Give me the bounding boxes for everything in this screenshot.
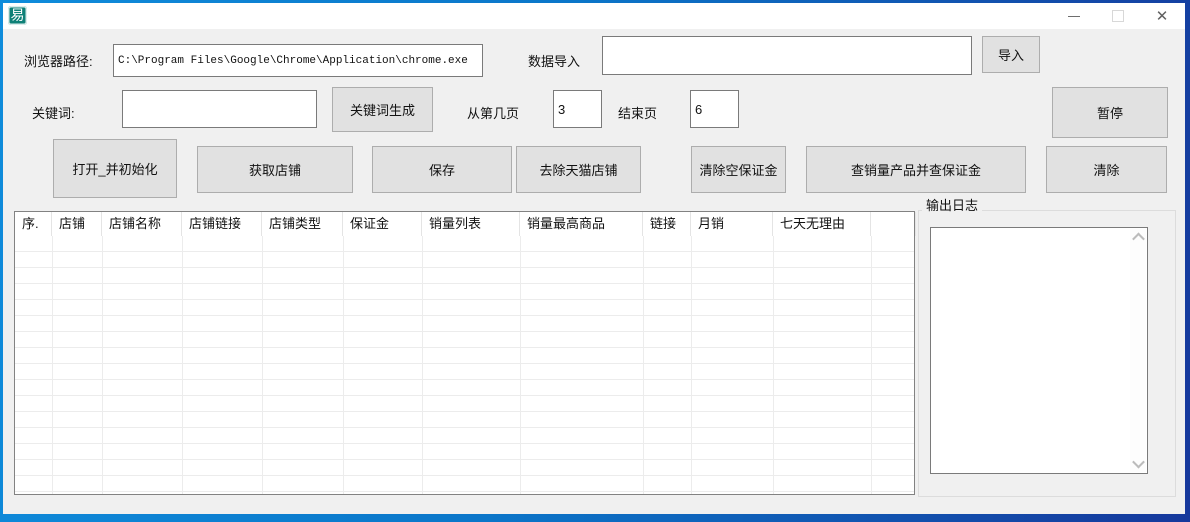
column-header[interactable]: 月销: [691, 212, 773, 236]
column-gridline: [643, 236, 644, 494]
window-frame: 易 ✕ 浏览器路径: 数据导入 导入 关键词: 关键词生成 从第几页 结束页 暂…: [0, 0, 1190, 522]
column-gridline: [182, 236, 183, 494]
table-body[interactable]: [15, 236, 914, 494]
open-init-button[interactable]: 打开_并初始化: [53, 139, 177, 198]
keyword-input[interactable]: [122, 90, 317, 128]
column-gridline: [773, 236, 774, 494]
start-page-input[interactable]: [553, 90, 602, 128]
close-button[interactable]: ✕: [1141, 3, 1183, 29]
column-gridline: [52, 236, 53, 494]
end-page-input[interactable]: [690, 90, 739, 128]
scroll-down-button[interactable]: [1130, 455, 1146, 472]
log-scrollbar[interactable]: [1130, 229, 1146, 472]
keyword-label: 关键词:: [32, 103, 75, 122]
column-header[interactable]: 店铺名称: [102, 212, 182, 236]
save-button[interactable]: 保存: [372, 146, 512, 193]
column-gridline: [520, 236, 521, 494]
column-header[interactable]: 销量列表: [422, 212, 520, 236]
pause-button[interactable]: 暂停: [1052, 87, 1168, 138]
column-header[interactable]: 销量最高商品: [520, 212, 643, 236]
output-log-label: 输出日志: [922, 195, 982, 214]
output-log-textarea[interactable]: [930, 227, 1148, 474]
clear-empty-deposit-button[interactable]: 清除空保证金: [691, 146, 786, 193]
data-import-label: 数据导入: [528, 51, 580, 70]
column-header[interactable]: 店铺类型: [262, 212, 343, 236]
end-page-label: 结束页: [618, 103, 657, 122]
browser-path-label: 浏览器路径:: [24, 51, 93, 70]
app-icon[interactable]: 易: [8, 6, 27, 25]
column-gridline: [102, 236, 103, 494]
maximize-icon: [1112, 10, 1124, 22]
maximize-button[interactable]: [1097, 3, 1139, 29]
column-gridline: [422, 236, 423, 494]
column-header[interactable]: 店铺链接: [182, 212, 262, 236]
data-import-input[interactable]: [602, 36, 972, 75]
column-header[interactable]: 店铺: [52, 212, 102, 236]
query-sales-deposit-button[interactable]: 查销量产品并查保证金: [806, 146, 1026, 193]
title-bar[interactable]: 易 ✕: [3, 3, 1185, 29]
column-header[interactable]: 链接: [643, 212, 691, 236]
minimize-icon: [1068, 16, 1080, 17]
column-header[interactable]: [871, 212, 916, 236]
column-gridline: [871, 236, 872, 494]
clear-button[interactable]: 清除: [1046, 146, 1167, 193]
column-gridline: [343, 236, 344, 494]
keyword-generate-button[interactable]: 关键词生成: [332, 87, 433, 132]
browser-path-input[interactable]: [113, 44, 483, 77]
column-gridline: [262, 236, 263, 494]
chevron-down-icon: [1132, 456, 1145, 469]
column-gridline: [691, 236, 692, 494]
table-header: 序.店铺店铺名称店铺链接店铺类型保证金销量列表销量最高商品链接月销七天无理由: [15, 212, 914, 236]
column-header[interactable]: 七天无理由: [773, 212, 871, 236]
window: 易 ✕ 浏览器路径: 数据导入 导入 关键词: 关键词生成 从第几页 结束页 暂…: [3, 3, 1185, 514]
shops-table[interactable]: 序.店铺店铺名称店铺链接店铺类型保证金销量列表销量最高商品链接月销七天无理由: [14, 211, 915, 495]
column-header[interactable]: 保证金: [343, 212, 422, 236]
scroll-up-button[interactable]: [1130, 229, 1146, 246]
start-page-label: 从第几页: [467, 103, 519, 122]
get-shops-button[interactable]: 获取店铺: [197, 146, 353, 193]
import-button[interactable]: 导入: [982, 36, 1040, 73]
remove-tmall-button[interactable]: 去除天猫店铺: [516, 146, 641, 193]
column-header[interactable]: 序.: [15, 212, 52, 236]
minimize-button[interactable]: [1053, 3, 1095, 29]
chevron-up-icon: [1132, 233, 1145, 246]
